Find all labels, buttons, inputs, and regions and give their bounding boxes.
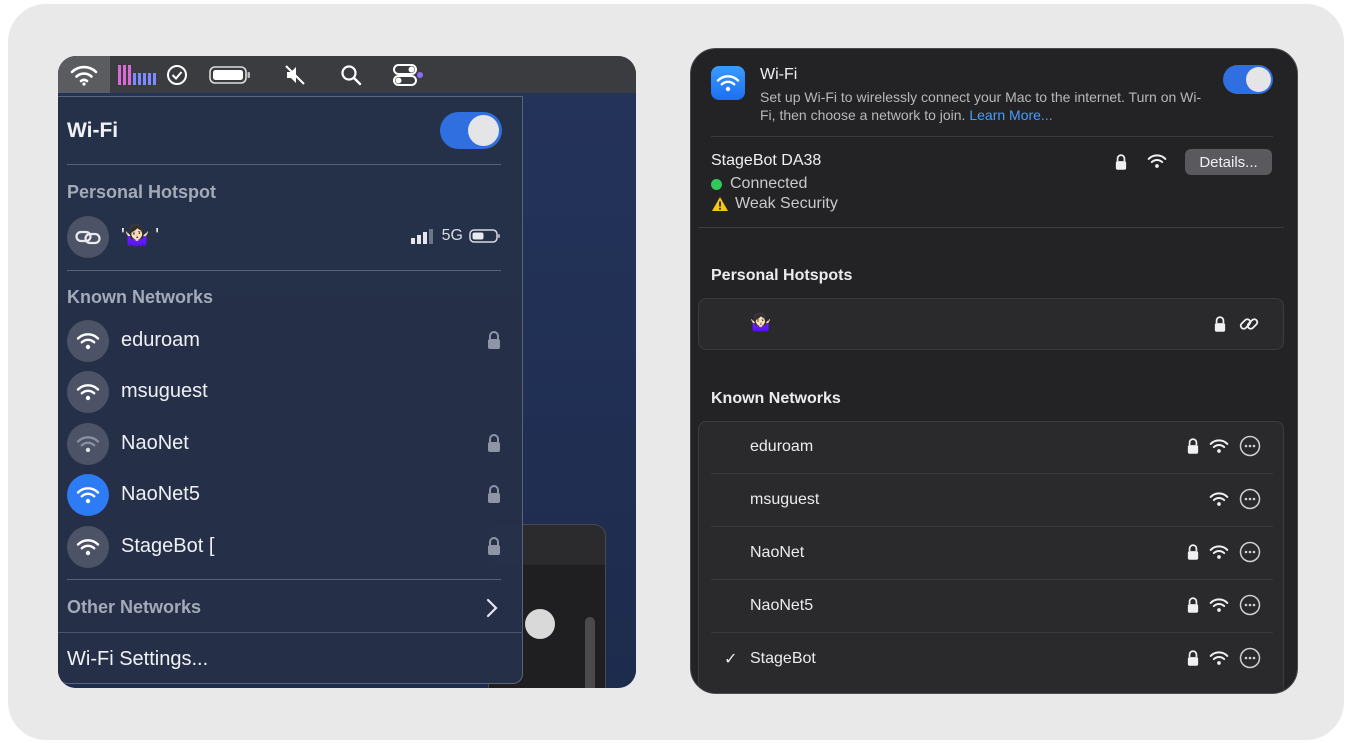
network-name: NaoNet5 (750, 597, 814, 614)
lock-icon (487, 433, 501, 458)
network-name: StageBot [ (121, 535, 215, 557)
checkmark-icon: ✓ (724, 651, 738, 668)
network-name: NaoNet (750, 544, 805, 561)
wifi-toggle[interactable] (440, 112, 502, 149)
connection-status: Connected (711, 175, 807, 193)
details-button[interactable]: Details... (1185, 149, 1272, 175)
hotspot-name[interactable]: 🤷🏻‍♀️ (750, 313, 771, 333)
hotspot-battery-icon (469, 229, 500, 243)
wifi-weak-icon (67, 423, 109, 465)
known-network-row-msuguest[interactable]: msuguest (711, 474, 1273, 527)
network-name: eduroam (750, 438, 814, 455)
network-name: msuguest (121, 380, 208, 402)
lock-icon (487, 484, 501, 509)
menubar-muted-speaker-icon[interactable] (282, 56, 308, 93)
wifi-signal-icon (1147, 153, 1167, 174)
hotspot-device-name: '🤷🏻‍♀️ ' (121, 225, 160, 247)
settings-description: Set up Wi-Fi to wirelessly connect your … (760, 88, 1210, 124)
wifi-icon (67, 371, 109, 413)
lock-icon (1187, 543, 1199, 566)
known-network-row-naonet5[interactable]: NaoNet5 (711, 580, 1273, 633)
cellular-signal-icon (410, 229, 433, 244)
personal-hotspot-label: Personal Hotspot (67, 182, 217, 202)
menubar-check-icon[interactable] (164, 56, 190, 93)
settings-wifi-toggle[interactable] (1223, 65, 1273, 94)
menubar-cpu-meter-icon[interactable] (116, 56, 160, 93)
menubar-wifi-icon[interactable] (58, 56, 110, 93)
link-icon (67, 216, 109, 258)
security-warning: Weak Security (711, 195, 838, 213)
hotspot-status: 5G (410, 227, 501, 245)
security-text: Weak Security (735, 195, 838, 212)
menubar-battery-icon[interactable] (208, 56, 252, 93)
wifi-app-icon (711, 66, 745, 100)
wifi-connected-icon (67, 474, 109, 516)
network-row-eduroam[interactable]: eduroam (67, 319, 501, 363)
learn-more-link[interactable]: Learn More... (969, 107, 1052, 123)
settings-title: Wi-Fi (760, 66, 798, 83)
hotspots-list: 🤷🏻‍♀️ (698, 298, 1284, 350)
network-row-naonet5[interactable]: NaoNet5 (67, 473, 501, 517)
known-network-row-stagebot[interactable]: ✓ StageBot (711, 633, 1273, 686)
more-options-icon[interactable] (1239, 594, 1261, 621)
wifi-signal-icon (1209, 491, 1229, 512)
personal-hotspots-label: Personal Hotspots (711, 267, 853, 284)
network-name: NaoNet (121, 432, 189, 454)
network-row-naonet[interactable]: NaoNet (67, 422, 501, 466)
network-name: NaoNet5 (121, 483, 200, 505)
chevron-right-icon[interactable] (486, 598, 498, 623)
known-network-row-naonet[interactable]: NaoNet (711, 527, 1273, 580)
known-network-row-eduroam[interactable]: eduroam (711, 421, 1273, 474)
menubar-search-icon[interactable] (338, 56, 364, 93)
more-options-icon[interactable] (1239, 488, 1261, 515)
menubar-control-center-icon[interactable] (390, 56, 426, 93)
wifi-settings-item[interactable]: Wi-Fi Settings... (67, 648, 208, 671)
wifi-menu-dropdown: Wi-Fi Personal Hotspot '🤷🏻‍♀️ ' 5G Known… (58, 96, 523, 684)
more-options-icon[interactable] (1239, 541, 1261, 568)
divider (58, 632, 523, 633)
wifi-signal-icon (1209, 544, 1229, 565)
lock-icon (1187, 437, 1199, 460)
wifi-icon (67, 526, 109, 568)
lock-icon (487, 536, 501, 561)
menu-bar (58, 56, 636, 93)
wifi-icon (67, 320, 109, 362)
divider (67, 164, 501, 165)
lock-icon (487, 330, 501, 355)
known-networks-heading: Known Networks (711, 390, 841, 407)
network-name: msuguest (750, 491, 820, 508)
network-name: eduroam (121, 329, 200, 351)
lock-icon (1115, 153, 1127, 176)
network-type-label: 5G (441, 227, 463, 244)
wifi-menu-title: Wi-Fi (67, 119, 119, 142)
more-options-icon[interactable] (1239, 435, 1261, 462)
known-networks-label: Known Networks (67, 287, 214, 307)
other-networks-item[interactable]: Other Networks (67, 597, 201, 618)
link-icon (1239, 314, 1259, 339)
wifi-signal-icon (1209, 438, 1229, 459)
divider (698, 227, 1284, 228)
lock-icon (1214, 315, 1226, 338)
network-name: StageBot (750, 650, 816, 667)
divider (711, 136, 1273, 137)
divider (67, 579, 501, 580)
wifi-signal-icon (1209, 650, 1229, 671)
lock-icon (1187, 649, 1199, 672)
divider (67, 270, 501, 271)
status-text: Connected (730, 175, 808, 192)
connected-network-name: StageBot DA38 (711, 152, 822, 169)
warning-icon (712, 197, 728, 211)
wifi-signal-icon (1209, 597, 1229, 618)
lock-icon (1187, 596, 1199, 619)
more-options-icon[interactable] (1239, 647, 1261, 674)
network-row-msuguest[interactable]: msuguest (67, 370, 501, 414)
personal-hotspot-row[interactable]: '🤷🏻‍♀️ ' 5G (67, 215, 501, 259)
network-row-stagebot[interactable]: StageBot [ (67, 525, 501, 569)
status-dot-icon (711, 178, 722, 190)
menubar-wifi-screenshot: Wi-Fi Personal Hotspot '🤷🏻‍♀️ ' 5G Known… (58, 56, 636, 688)
wifi-settings-panel: Wi-Fi Set up Wi-Fi to wirelessly connect… (690, 48, 1298, 694)
